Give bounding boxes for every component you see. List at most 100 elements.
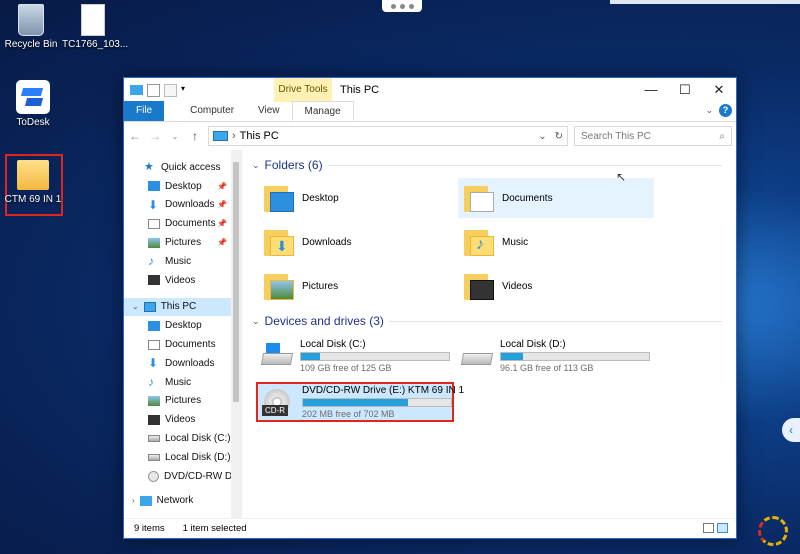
nav-pc-pictures[interactable]: Pictures bbox=[124, 392, 241, 411]
breadcrumb-chevron-icon[interactable]: › bbox=[232, 130, 236, 142]
nav-quick-pictures[interactable]: Pictures 📌 bbox=[124, 233, 241, 252]
nav-quick-documents[interactable]: Documents 📌 bbox=[124, 214, 241, 233]
maximize-button[interactable]: ☐ bbox=[668, 78, 702, 102]
folder-label: Pictures bbox=[302, 280, 339, 292]
folder-tile-pictures[interactable]: Pictures bbox=[258, 266, 458, 306]
dot-icon bbox=[399, 3, 405, 9]
folder-label: Downloads bbox=[302, 236, 352, 248]
up-arrow-icon[interactable]: ↑ bbox=[188, 129, 202, 143]
drive-tile-c[interactable]: Local Disk (C:) 109 GB free of 125 GB bbox=[256, 336, 456, 376]
folder-tile-desktop[interactable]: Desktop bbox=[258, 178, 458, 218]
drive-tile-d[interactable]: Local Disk (D:) 96.1 GB free of 113 GB bbox=[456, 336, 652, 376]
forward-arrow-icon[interactable]: → bbox=[148, 129, 162, 143]
devices-group-header[interactable]: ⌄ Devices and drives (3) bbox=[252, 312, 736, 330]
nav-quick-downloads[interactable]: ⬇ Downloads 📌 bbox=[124, 196, 241, 215]
nav-label: Local Disk (C:) bbox=[165, 433, 231, 445]
tab-view[interactable]: View bbox=[246, 101, 292, 121]
desktop-icon-label: TC1766_103... bbox=[62, 39, 129, 50]
pin-icon[interactable]: 📌 bbox=[217, 182, 227, 191]
minimize-button[interactable]: — bbox=[634, 78, 668, 102]
dropdown-icon[interactable]: ▾ bbox=[181, 84, 189, 97]
expand-ribbon-icon[interactable]: ⌄ bbox=[705, 105, 713, 116]
help-icon[interactable]: ? bbox=[719, 104, 732, 117]
nav-quick-desktop[interactable]: Desktop 📌 bbox=[124, 177, 241, 196]
nav-pc-downloads[interactable]: ⬇ Downloads bbox=[124, 354, 241, 373]
desktop-icon-todesk[interactable]: ToDesk bbox=[2, 80, 64, 128]
address-dropdown-icon[interactable]: ⌄ bbox=[538, 131, 546, 142]
ribbon-tabs: File Computer View Manage ⌄ ? bbox=[124, 101, 736, 122]
address-field[interactable]: › This PC ⌄ ↻ bbox=[208, 126, 568, 146]
recent-dropdown-icon[interactable]: ⌄ bbox=[168, 132, 182, 141]
navigation-pane: ★ Quick access Desktop 📌 ⬇ Downloads 📌 Docu… bbox=[124, 150, 242, 518]
videos-icon bbox=[148, 414, 160, 425]
nav-pc-videos[interactable]: Videos bbox=[124, 410, 241, 429]
folder-label: Music bbox=[502, 236, 529, 248]
refresh-icon[interactable]: ↻ bbox=[555, 131, 563, 142]
desktop-icon-ctm-folder[interactable]: CTM 69 IN 1 bbox=[2, 160, 64, 205]
desktop-icon-document[interactable]: TC1766_103... bbox=[62, 4, 129, 50]
nav-label: Music bbox=[165, 376, 192, 388]
folder-tile-downloads[interactable]: ⬇ Downloads bbox=[258, 222, 458, 262]
remote-toolbar[interactable] bbox=[382, 0, 422, 12]
back-arrow-icon[interactable]: ← bbox=[128, 129, 142, 143]
nav-pc-desktop[interactable]: Desktop bbox=[124, 316, 241, 335]
collapse-chevron-icon[interactable]: ⌄ bbox=[252, 316, 260, 327]
close-button[interactable]: ✕ bbox=[702, 78, 736, 102]
music-folder-icon: ♪ bbox=[464, 226, 494, 258]
nav-dvd-drive[interactable]: DVD/CD-RW Dri bbox=[124, 467, 241, 486]
desktop-icon bbox=[148, 320, 160, 331]
nav-quick-videos[interactable]: Videos bbox=[124, 271, 241, 290]
tab-manage[interactable]: Manage bbox=[291, 101, 354, 121]
nav-label: Videos bbox=[165, 414, 196, 426]
nav-label: Documents bbox=[165, 339, 216, 351]
nav-label: Downloads bbox=[165, 357, 215, 369]
folder-tile-music[interactable]: ♪ Music bbox=[458, 222, 654, 262]
nav-local-disk-d[interactable]: Local Disk (D:) bbox=[124, 448, 241, 467]
folder-tile-videos[interactable]: Videos bbox=[458, 266, 654, 306]
drive-free-space: 96.1 GB free of 113 GB bbox=[500, 363, 594, 373]
side-panel-arrow-icon[interactable]: ‹ bbox=[782, 418, 800, 442]
search-input[interactable]: Search This PC ⌕ bbox=[574, 126, 732, 146]
tab-file[interactable]: File bbox=[124, 101, 165, 121]
properties-icon[interactable] bbox=[147, 83, 160, 97]
pin-icon[interactable]: 📌 bbox=[217, 238, 227, 247]
tiles-view-icon[interactable] bbox=[717, 523, 728, 533]
nav-local-disk-c[interactable]: Local Disk (C:) bbox=[124, 429, 241, 448]
nav-pc-music[interactable]: ♪ Music bbox=[124, 373, 241, 392]
tab-computer[interactable]: Computer bbox=[178, 101, 246, 121]
pin-icon[interactable]: 📌 bbox=[217, 219, 227, 228]
folders-group-header[interactable]: ⌄ Folders (6) bbox=[252, 156, 736, 174]
drive-tile-e-selected[interactable]: CD-R DVD/CD-RW Drive (E:) KTM 69 IN 1 20… bbox=[256, 382, 464, 422]
windows-drive-icon bbox=[260, 343, 294, 369]
pictures-icon bbox=[148, 237, 160, 248]
nav-pc-documents[interactable]: Documents bbox=[124, 335, 241, 354]
nav-quick-music[interactable]: ♪ Music bbox=[124, 252, 241, 271]
nav-this-pc[interactable]: ⌄ This PC bbox=[124, 297, 241, 317]
folder-tile-documents[interactable]: Documents bbox=[458, 178, 654, 218]
pin-icon[interactable]: 📌 bbox=[217, 200, 227, 209]
divider bbox=[327, 164, 722, 166]
folder-label: Desktop bbox=[302, 192, 339, 204]
group-title: Folders (6) bbox=[264, 158, 323, 172]
nav-network[interactable]: › Network bbox=[124, 492, 241, 511]
pc-icon[interactable] bbox=[130, 85, 143, 95]
nav-scrollbar[interactable] bbox=[231, 150, 241, 518]
search-icon: ⌕ bbox=[719, 130, 725, 142]
network-icon bbox=[139, 495, 152, 506]
hard-drive-icon bbox=[148, 453, 160, 461]
drives-grid: Local Disk (C:) 109 GB free of 125 GB Lo… bbox=[256, 336, 736, 422]
desktop-folder-icon bbox=[264, 182, 294, 214]
drive-tools-context-tab[interactable]: Drive Tools bbox=[274, 78, 332, 102]
desktop-icon-recycle-bin[interactable]: Recycle Bin bbox=[0, 4, 62, 50]
expand-chevron-icon[interactable]: › bbox=[132, 496, 135, 505]
breadcrumb-this-pc[interactable]: This PC bbox=[240, 130, 279, 142]
drive-usage-bar bbox=[302, 398, 452, 407]
new-folder-icon[interactable] bbox=[164, 83, 177, 97]
cd-r-badge: CD-R bbox=[262, 405, 288, 416]
details-view-icon[interactable] bbox=[703, 523, 714, 533]
nav-quick-access[interactable]: ★ Quick access bbox=[124, 158, 241, 177]
collapse-chevron-icon[interactable]: ⌄ bbox=[252, 160, 260, 171]
content-scrollbar[interactable] bbox=[726, 150, 736, 518]
this-pc-icon bbox=[213, 131, 228, 141]
collapse-chevron-icon[interactable]: ⌄ bbox=[132, 302, 139, 311]
